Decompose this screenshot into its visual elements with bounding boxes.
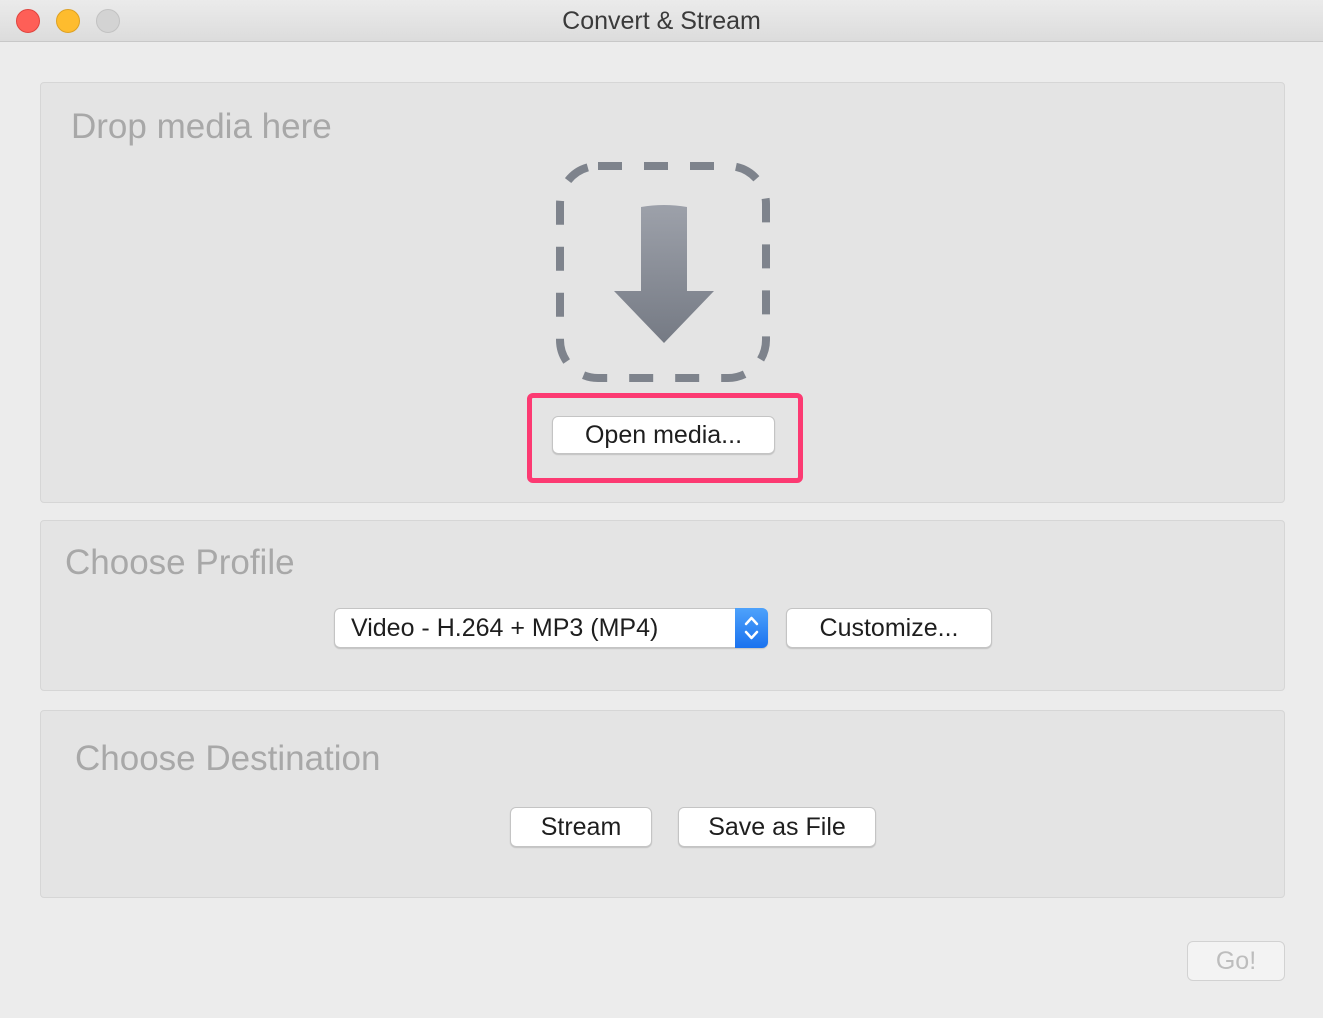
- download-arrow-icon: [556, 162, 770, 382]
- window-title: Convert & Stream: [562, 7, 761, 35]
- choose-destination-title: Choose Destination: [75, 739, 381, 778]
- profile-select-value: Video - H.264 + MP3 (MP4): [351, 614, 659, 642]
- go-button[interactable]: Go!: [1187, 941, 1285, 981]
- select-stepper[interactable]: [735, 608, 768, 648]
- convert-stream-window: Convert & Stream Drop media here Open me…: [0, 0, 1323, 1018]
- profile-select[interactable]: Video - H.264 + MP3 (MP4): [334, 608, 768, 648]
- drop-media-title: Drop media here: [71, 107, 332, 146]
- stream-button[interactable]: Stream: [510, 807, 652, 847]
- save-as-file-button[interactable]: Save as File: [678, 807, 876, 847]
- customize-button[interactable]: Customize...: [786, 608, 992, 648]
- choose-destination-panel: Choose Destination Stream Save as File: [40, 710, 1285, 898]
- choose-profile-panel: Choose Profile Video - H.264 + MP3 (MP4)…: [40, 520, 1285, 691]
- chevron-updown-icon: [744, 616, 759, 640]
- choose-profile-title: Choose Profile: [65, 543, 295, 582]
- open-media-button[interactable]: Open media...: [552, 416, 775, 454]
- title-bar[interactable]: Convert & Stream: [0, 0, 1323, 42]
- drop-media-panel[interactable]: Drop media here Open media...: [40, 82, 1285, 503]
